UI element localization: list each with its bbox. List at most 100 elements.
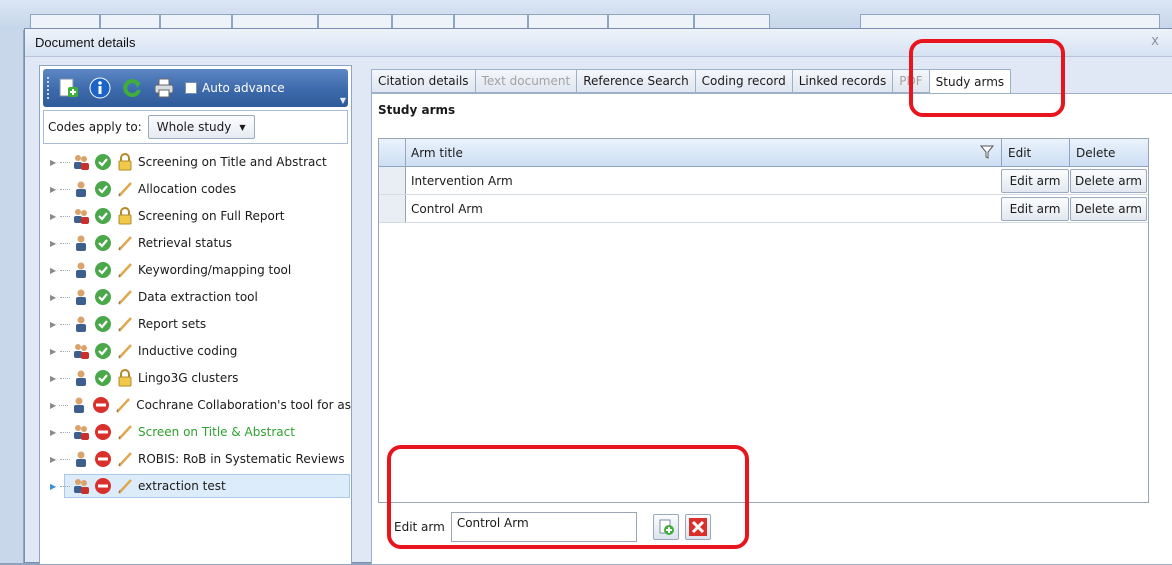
tab-coding-record[interactable]: Coding record [694, 69, 792, 93]
arm-title-cell[interactable]: Control Arm [411, 195, 991, 222]
user-icon [72, 369, 90, 387]
expand-arrow-icon[interactable]: ▶ [50, 266, 60, 275]
tree-connector [60, 188, 70, 190]
column-header-edit[interactable]: Edit [1001, 139, 1069, 167]
tree-item[interactable]: ▶ Inductive coding [40, 339, 351, 363]
user-icon [72, 315, 90, 333]
expand-arrow-icon[interactable]: ▶ [50, 158, 60, 167]
tree-connector [60, 485, 70, 487]
lock-icon [116, 369, 134, 387]
row-header[interactable] [379, 195, 406, 222]
tree-item[interactable]: ▶ ROBIS: RoB in Systematic Reviews [40, 447, 351, 471]
expand-arrow-icon[interactable]: ▶ [50, 428, 60, 437]
save-arm-button[interactable] [652, 514, 679, 540]
auto-advance-label: Auto advance [202, 81, 285, 95]
tree-item[interactable]: ▶ Cochrane Collaboration's tool for as [40, 393, 351, 417]
tree-item-label: Data extraction tool [138, 290, 258, 304]
arm-editor: Edit arm Control Arm [394, 512, 711, 542]
check-circle-icon [94, 315, 112, 333]
user-icon [70, 396, 88, 414]
tree-connector [60, 269, 70, 271]
refresh-icon[interactable] [119, 75, 145, 101]
tree-item[interactable]: ▶ Screen on Title & Abstract [40, 420, 351, 444]
info-icon[interactable] [87, 75, 113, 101]
tree-item-label: ROBIS: RoB in Systematic Reviews [138, 452, 345, 466]
edit-arm-button[interactable]: Edit arm [1001, 169, 1069, 193]
close-icon [688, 518, 707, 536]
background-app-tabstrip [0, 0, 1172, 32]
stop-icon [94, 477, 112, 495]
lock-icon [116, 207, 134, 225]
users-icon [72, 342, 90, 360]
users-icon [72, 153, 90, 171]
stop-icon [94, 450, 112, 468]
pencil-icon [116, 342, 134, 360]
table-row[interactable]: Control Arm Edit arm Delete arm [379, 195, 1148, 223]
pencil-icon [116, 315, 134, 333]
row-header-corner [379, 139, 406, 166]
check-circle-icon [94, 369, 112, 387]
check-circle-icon [94, 261, 112, 279]
tree-connector [60, 296, 70, 298]
tree-item[interactable]: ▶ Report sets [40, 312, 351, 336]
arm-title-input[interactable]: Control Arm [450, 512, 637, 542]
tree-item-label: Report sets [138, 317, 207, 331]
tab-reference-search[interactable]: Reference Search [576, 69, 695, 93]
pencil-icon [116, 423, 134, 441]
auto-advance-checkbox[interactable] [185, 82, 197, 94]
dialog-title: Document details [35, 35, 136, 50]
tree-item-label: Screening on Title and Abstract [138, 155, 327, 169]
delete-arm-button[interactable]: Delete arm [1070, 169, 1147, 193]
tree-item[interactable]: ▶ Keywording/mapping tool [40, 258, 351, 282]
tree-item[interactable]: ▶ Screening on Title and Abstract [40, 150, 351, 174]
delete-arm-button[interactable]: Delete arm [1070, 197, 1147, 221]
study-arms-heading: Study arms [378, 103, 456, 117]
close-icon[interactable]: X [1148, 35, 1162, 49]
tab-citation-details[interactable]: Citation details [371, 69, 475, 93]
tree-connector [60, 161, 70, 163]
cancel-arm-button[interactable] [684, 514, 711, 540]
check-circle-icon [94, 288, 112, 306]
expand-arrow-icon[interactable]: ▶ [50, 293, 60, 302]
auto-advance-toggle[interactable]: Auto advance [185, 81, 285, 95]
print-icon[interactable] [151, 75, 177, 101]
column-header-delete[interactable]: Delete [1069, 139, 1148, 167]
expand-arrow-icon[interactable]: ▶ [50, 374, 60, 383]
table-row[interactable]: Intervention Arm Edit arm Delete arm [379, 167, 1148, 195]
pencil-icon [116, 477, 134, 495]
grid-header: Arm title Edit Delete [379, 139, 1148, 167]
expand-arrow-icon[interactable]: ▶ [50, 347, 60, 356]
row-header[interactable] [379, 167, 406, 194]
check-circle-icon [94, 180, 112, 198]
tree-item[interactable]: ▶ Retrieval status [40, 231, 351, 255]
expand-arrow-icon[interactable]: ▶ [50, 212, 60, 221]
codes-apply-select[interactable]: Whole study ▼ [147, 115, 255, 139]
user-icon [72, 288, 90, 306]
expand-arrow-icon[interactable]: ▶ [50, 185, 60, 194]
expand-arrow-icon[interactable]: ▶ [50, 320, 60, 329]
tree-item[interactable]: ▶ Screening on Full Report [40, 204, 351, 228]
tree-connector [60, 215, 70, 217]
expand-arrow-icon[interactable]: ▶ [50, 239, 60, 248]
toolbar-overflow-icon[interactable]: ▼ [340, 96, 346, 105]
codes-apply-label: Codes apply to: [48, 120, 142, 134]
tree-item[interactable]: ▶ Lingo3G clusters [40, 366, 351, 390]
user-icon [72, 180, 90, 198]
pencil-icon [116, 261, 134, 279]
tree-item[interactable]: ▶ Data extraction tool [40, 285, 351, 309]
expand-arrow-icon[interactable]: ▶ [50, 455, 60, 464]
column-header-arm-title[interactable]: Arm title [411, 139, 1001, 167]
tree-item-label: extraction test [138, 479, 226, 493]
tree-item[interactable]: ▶ Allocation codes [40, 177, 351, 201]
arm-title-cell[interactable]: Intervention Arm [411, 167, 991, 194]
expand-arrow-icon[interactable]: ▶ [50, 482, 60, 491]
background-app-sidebar [0, 0, 24, 563]
add-document-icon[interactable] [55, 75, 81, 101]
tree-connector [60, 350, 70, 352]
tree-item[interactable]: ▶ extraction test [40, 474, 351, 498]
expand-arrow-icon[interactable]: ▶ [50, 401, 59, 410]
tab-study-arms[interactable]: Study arms [928, 69, 1012, 95]
filter-icon[interactable] [979, 144, 995, 160]
edit-arm-button[interactable]: Edit arm [1001, 197, 1069, 221]
tab-linked-records[interactable]: Linked records [791, 69, 893, 93]
